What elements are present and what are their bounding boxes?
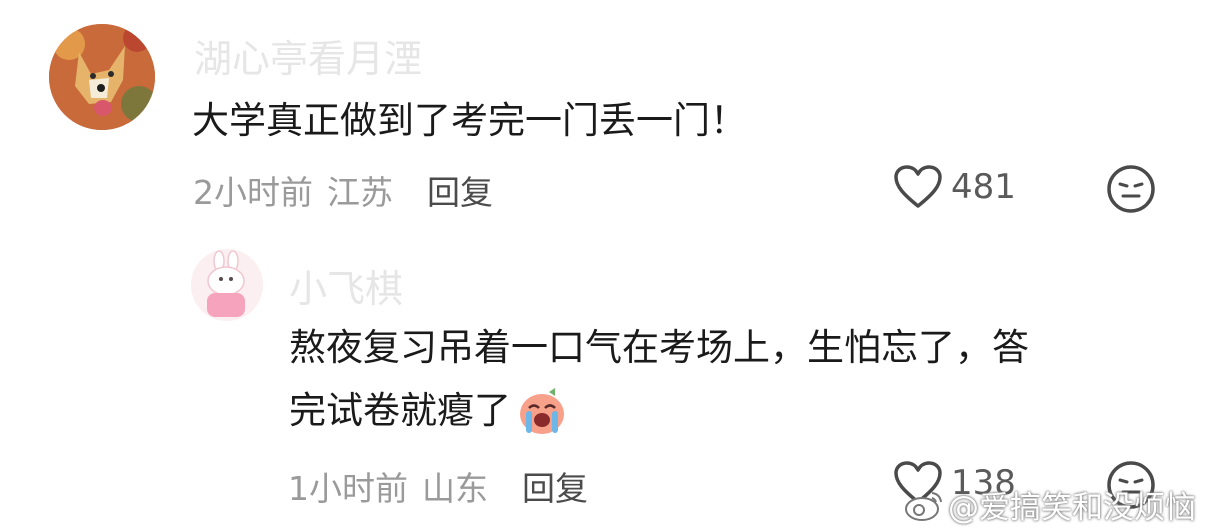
crying-emoji-icon (520, 388, 564, 434)
reply-author[interactable]: 小飞棋 (289, 258, 403, 313)
comment-author[interactable]: 湖心亭看月湮 (194, 28, 422, 83)
heart-icon (894, 165, 942, 208)
reply-reply-button[interactable]: 回复 (522, 462, 588, 510)
like-button[interactable]: 481 (893, 164, 1016, 210)
reply-button[interactable]: 回复 (427, 166, 493, 214)
watermark-text: @爱搞笑和没烦恼 (948, 490, 1196, 526)
reply-time: 1小时前 (288, 469, 408, 508)
watermark: @爱搞笑和没烦恼 (904, 482, 1196, 527)
reply-meta: 1小时前 山东 回复 (288, 462, 588, 510)
neutral-face-icon[interactable] (1106, 164, 1156, 214)
comment-time: 2小时前 (193, 173, 313, 212)
reply-text-line2: 完试卷就瘪了 (289, 389, 511, 432)
reply-avatar[interactable] (191, 249, 263, 321)
reply-text-line1: 熬夜复习吊着一口气在考场上，生怕忘了，答 (289, 326, 1029, 369)
comment-text: 大学真正做到了考完一门丢一门！ (192, 99, 747, 142)
reply-location: 山东 (422, 469, 488, 508)
comment-location: 江苏 (327, 173, 393, 212)
weibo-logo-icon (905, 491, 942, 521)
like-count: 481 (951, 167, 1016, 207)
reply-text-line2-wrap: 完试卷就瘪了 (289, 382, 569, 440)
comment-meta: 2小时前 江苏 回复 (193, 166, 493, 214)
avatar[interactable] (49, 24, 155, 130)
comment-thread: 湖心亭看月湮 大学真正做到了考完一门丢一门！ 2小时前 江苏 回复 481 小飞… (0, 0, 1206, 529)
